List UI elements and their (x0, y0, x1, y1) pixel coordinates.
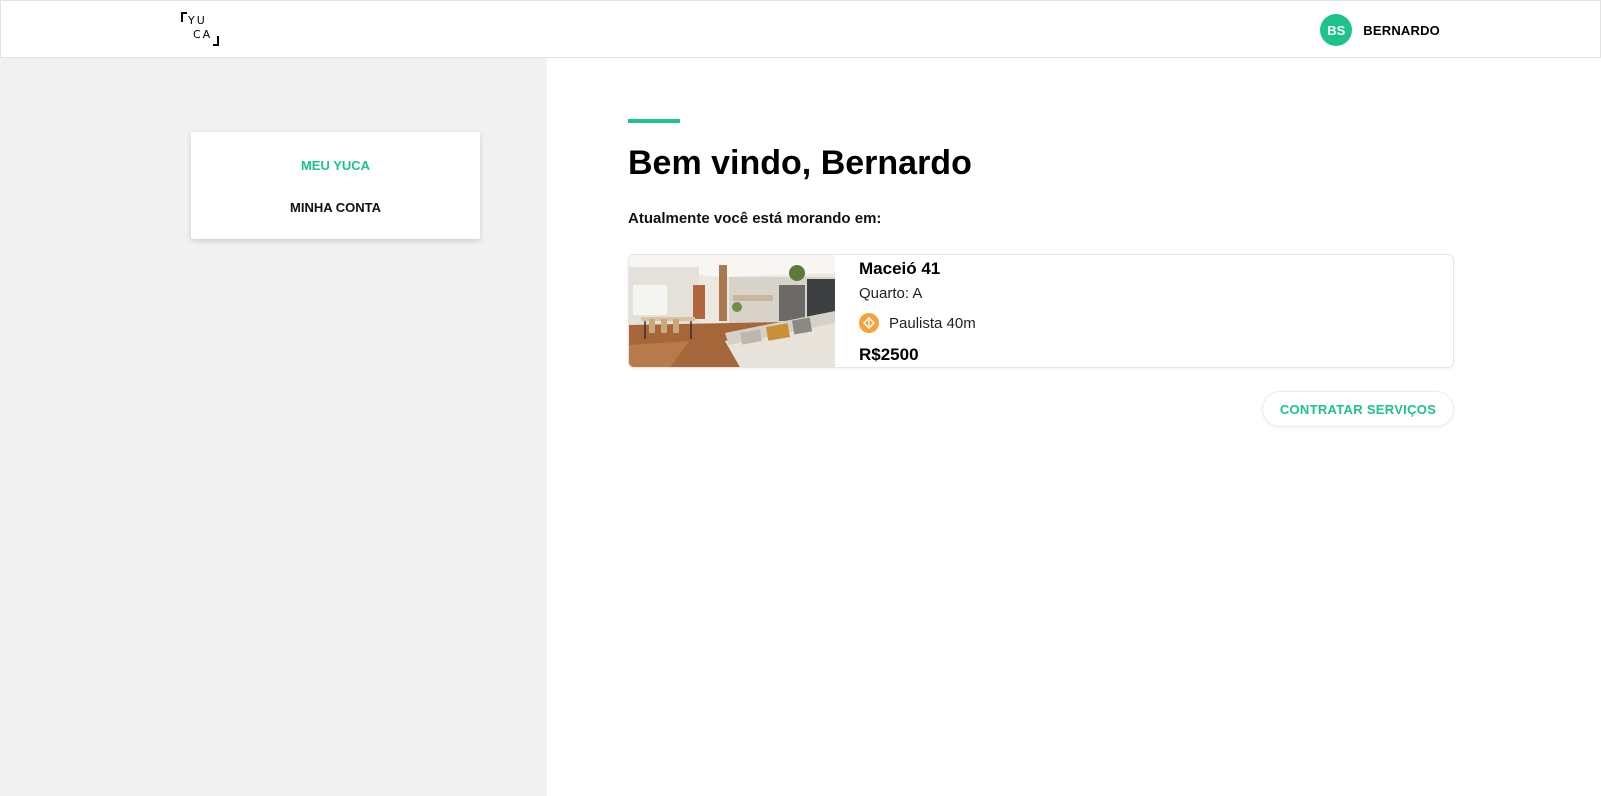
logo-text-line1: YU (188, 14, 207, 27)
page-title: Bem vindo, Bernardo (628, 144, 972, 182)
sidebar-menu-card: MEU YUCA MINHA CONTA (191, 132, 480, 239)
sidebar-item-minha-conta[interactable]: MINHA CONTA (191, 200, 480, 215)
sidebar-item-meu-yuca[interactable]: MEU YUCA (191, 158, 480, 173)
property-name: Maceió 41 (859, 259, 941, 278)
metro-station-icon (859, 313, 879, 333)
property-price: R$2500 (859, 345, 919, 364)
apartment-photo (629, 255, 835, 367)
property-room: Quarto: A (859, 285, 923, 302)
avatar[interactable]: BS (1320, 14, 1353, 46)
logo-corner-bottom-right (213, 36, 219, 46)
metro-distance: Paulista 40m (889, 314, 976, 332)
title-accent-bar (628, 119, 680, 123)
hire-services-button[interactable]: CONTRATAR SERVIÇOS (1262, 391, 1454, 427)
property-metro: Paulista 40m (859, 313, 976, 333)
current-residence-label: Atualmente você está morando em: (628, 210, 882, 227)
logo-corner-top-left (181, 12, 187, 22)
yuca-logo[interactable]: YU CA (181, 12, 219, 46)
main-content: Bem vindo, Bernardo Atualmente você está… (547, 58, 1601, 796)
property-card[interactable]: Maceió 41 Quarto: A Paulista 40m R$2500 (628, 254, 1454, 368)
logo-text-line2: CA (193, 28, 213, 41)
left-sidebar-panel: MEU YUCA MINHA CONTA (0, 58, 547, 796)
user-menu[interactable]: BS BERNARDO (1320, 14, 1440, 46)
user-name[interactable]: BERNARDO (1363, 23, 1440, 38)
top-header: YU CA BS BERNARDO (0, 0, 1601, 58)
